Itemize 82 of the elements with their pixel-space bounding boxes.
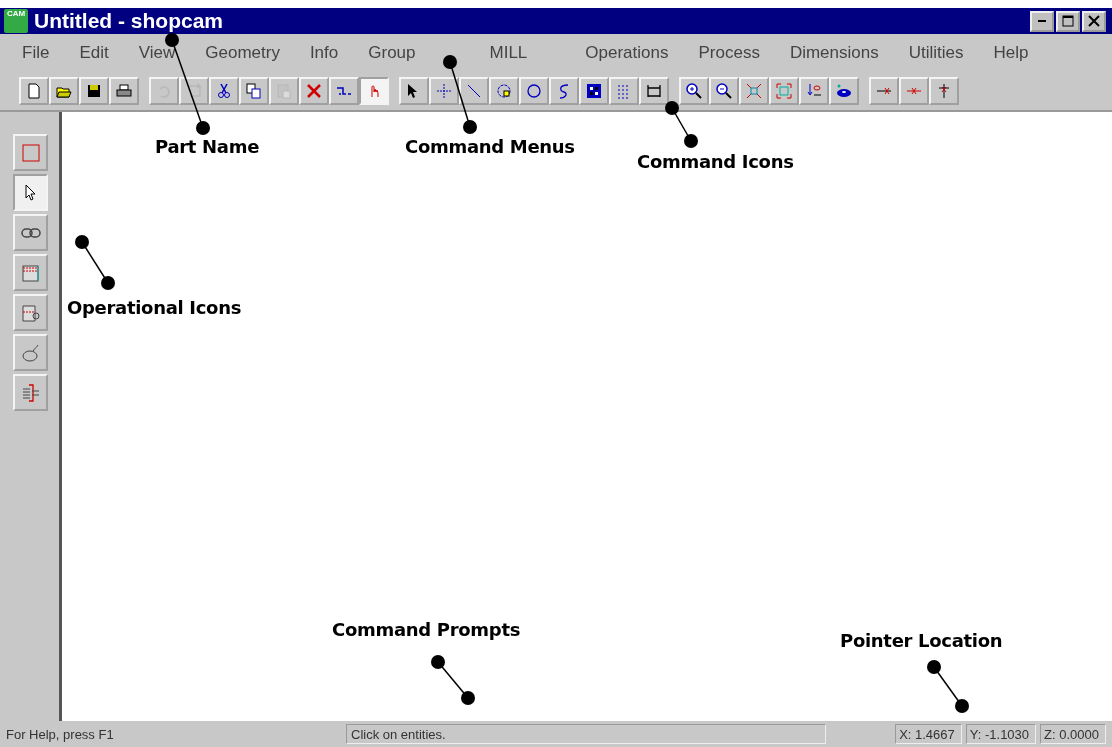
operation-tool-button[interactable] [13,174,48,211]
minimize-button[interactable] [1030,10,1054,32]
leader-line [665,101,698,148]
app-icon: CAM [4,9,28,33]
line-icon [466,83,482,99]
callout-label: Part Name [155,136,260,157]
operation-tool-button[interactable] [13,294,48,331]
menu-item[interactable]: MILL [477,43,540,63]
operation-tool-button[interactable] [13,374,48,411]
maximize-button[interactable] [1056,10,1080,32]
fit-frame-icon [746,83,762,99]
printer-icon [116,83,132,99]
bracket-icon [20,382,41,403]
scissors-icon [216,83,232,99]
operation-tool-button[interactable] [13,334,48,371]
toolbar-button[interactable] [49,77,79,105]
arc-icon [496,83,512,99]
rectangle-icon [20,142,41,163]
menu-item[interactable]: Help [981,43,1041,63]
toolbar-button[interactable] [579,77,609,105]
mark-cross-icon [936,83,952,99]
callout-label: Pointer Location [840,630,1003,651]
toolbar-button[interactable] [709,77,739,105]
toolbar-button[interactable] [519,77,549,105]
callout-label: Command Prompts [332,619,521,640]
callout-label: Operational Icons [67,297,242,318]
x-coordinate: X: 1.4667 [895,724,962,744]
zoom-in-icon [686,83,702,99]
menu-item[interactable]: Edit [67,43,121,63]
pattern-icon [586,83,602,99]
redo-icon [186,83,202,99]
callout-label: Command Menus [405,136,575,157]
help-text: For Help, press F1 [5,725,115,744]
leader-line [75,235,115,290]
hatch-tool-icon [20,302,41,323]
delete-icon [306,83,322,99]
toolbar-button[interactable] [79,77,109,105]
minimize-icon [1038,20,1046,22]
operation-tool-button[interactable] [13,214,48,251]
window-title: Untitled - shopcam [34,9,224,33]
toolbar-button[interactable] [399,77,429,105]
loop-icon [20,342,41,363]
menu-item[interactable]: Utilities [896,43,976,63]
menu-item[interactable]: Geometry [193,43,292,63]
crosshair-icon [436,83,452,99]
menu-item[interactable]: Operations [573,43,681,63]
toolbar-button[interactable] [679,77,709,105]
dimension-icon [646,83,662,99]
close-button[interactable] [1082,10,1106,32]
toolbar-button[interactable] [429,77,459,105]
command-prompt: Click on entities. [346,724,826,744]
toolbar-button[interactable] [329,77,359,105]
maximize-icon [1062,15,1074,27]
fit-box-icon [776,83,792,99]
toolbar-button[interactable] [109,77,139,105]
toolbar-button[interactable] [639,77,669,105]
circle-icon [526,83,542,99]
operation-tool-button[interactable] [13,134,48,171]
toolbar-button[interactable] [549,77,579,105]
paste-icon [276,83,292,99]
new-file-icon [26,83,42,99]
operation-tool-button[interactable] [13,254,48,291]
menu-item[interactable]: View [126,43,188,63]
copy-icon [246,83,262,99]
z-coordinate: Z: 0.0000 [1040,724,1106,744]
y-coordinate: Y: -1.1030 [965,724,1037,744]
menu-item[interactable]: Dimensions [777,43,891,63]
toolbar-button[interactable] [829,77,859,105]
menu-item[interactable]: Info [297,43,351,63]
leader-line [927,660,969,713]
disc-icon [836,83,852,99]
toolbar-button[interactable] [459,77,489,105]
toolbar-button[interactable] [489,77,519,105]
menu-item[interactable]: File [10,43,62,63]
zoom-out-icon [716,83,732,99]
leader-line [431,655,475,705]
toolbar-button[interactable] [209,77,239,105]
hatch-block-icon [20,262,41,283]
callout-label: Command Icons [637,151,794,172]
menu-item[interactable]: Process [686,43,772,63]
close-icon [1088,15,1100,27]
menu-item[interactable]: Group [356,43,428,63]
